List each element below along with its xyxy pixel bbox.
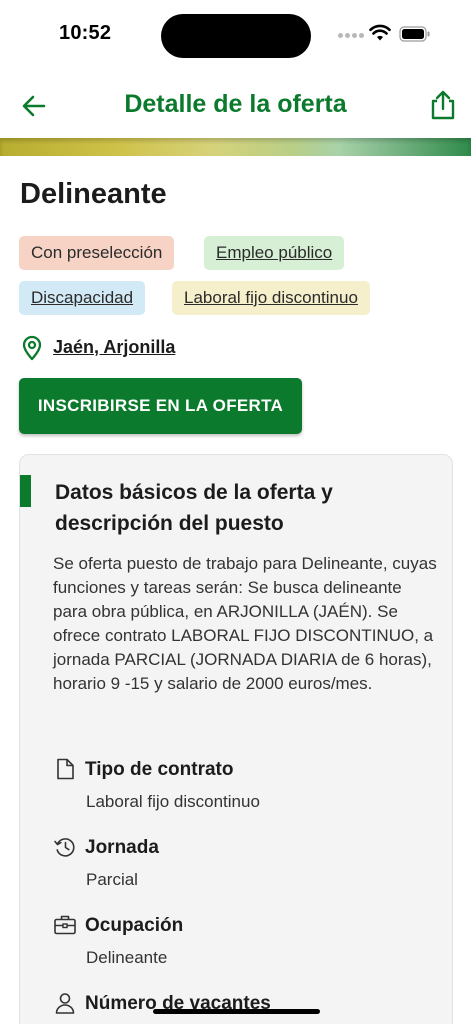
info-label: Ocupación — [85, 915, 184, 936]
share-icon[interactable] — [428, 89, 458, 121]
info-contract-type: Tipo de contrato Laboral fijo discontinu… — [53, 757, 433, 823]
status-bar: 10:52 — [0, 0, 471, 72]
tag-contract-type[interactable]: Laboral fijo discontinuo — [172, 281, 370, 315]
info-vacancies: Número de vacantes — [53, 991, 433, 1024]
location-link[interactable]: Jaén, Arjonilla — [53, 337, 175, 358]
history-icon — [54, 838, 75, 857]
info-value: Laboral fijo discontinuo — [86, 792, 260, 811]
card-accent-bar — [20, 475, 31, 507]
apply-button[interactable]: INSCRIBIRSE EN LA OFERTA — [19, 378, 302, 434]
battery-icon — [399, 26, 430, 42]
dynamic-island — [161, 14, 311, 58]
person-icon — [55, 993, 75, 1014]
page-title: Detalle de la oferta — [124, 90, 347, 118]
details-card: Datos básicos de la oferta y descripción… — [19, 454, 453, 1024]
decorative-gradient-band — [0, 138, 471, 156]
job-title: Delineante — [20, 178, 167, 210]
tag-public-employment[interactable]: Empleo público — [204, 236, 345, 270]
document-icon — [57, 758, 74, 780]
info-label: Jornada — [85, 837, 159, 858]
info-value: Parcial — [86, 870, 138, 889]
cellular-signal-icon — [338, 33, 364, 39]
home-indicator — [153, 1009, 320, 1014]
info-schedule: Jornada Parcial — [53, 835, 433, 901]
details-heading: Datos básicos de la oferta y descripción… — [55, 481, 333, 535]
info-value: Delineante — [86, 948, 168, 967]
tag-preselection: Con preselección — [19, 236, 175, 270]
briefcase-icon — [54, 915, 76, 935]
tag-disability[interactable]: Discapacidad — [19, 281, 146, 315]
info-occupation: Ocupación Delineante — [53, 913, 433, 979]
location-pin-icon — [22, 335, 42, 361]
job-description: Se oferta puesto de trabajo para Delinea… — [53, 554, 437, 693]
nav-header: Detalle de la oferta — [0, 72, 471, 138]
wifi-icon — [369, 24, 391, 41]
status-time: 10:52 — [59, 22, 112, 44]
info-label: Tipo de contrato — [85, 759, 234, 780]
